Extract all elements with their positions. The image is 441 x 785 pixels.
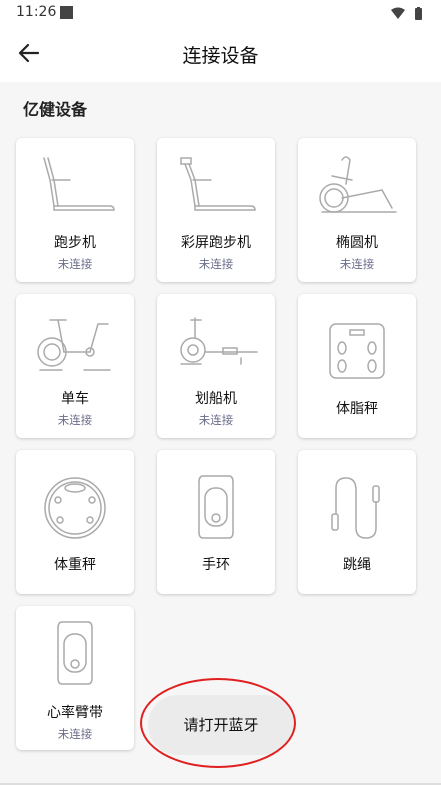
device-card-rowing-machine[interactable]: 划船机 未连接 — [157, 294, 275, 438]
device-card-body-fat-scale[interactable]: 体脂秤 — [298, 294, 416, 438]
device-name: 手环 — [202, 557, 230, 573]
body-fat-scale-icon — [329, 323, 385, 379]
status-bar: 11:26 — [0, 0, 441, 24]
page-title: 连接设备 — [182, 45, 259, 67]
device-status: 未连接 — [198, 413, 234, 427]
device-status: 未连接 — [57, 727, 93, 741]
bike-icon — [37, 319, 111, 371]
device-name: 跑步机 — [54, 235, 96, 251]
device-name: 跳绳 — [343, 557, 371, 573]
device-status: 未连接 — [57, 413, 93, 427]
device-card-elliptical[interactable]: 椭圆机 未连接 — [298, 138, 416, 282]
device-card-weight-scale[interactable]: 体重秤 — [16, 450, 134, 594]
device-card-bike[interactable]: 单车 未连接 — [16, 294, 134, 438]
status-time: 11:26 — [16, 4, 57, 20]
device-status: 未连接 — [57, 257, 93, 271]
device-name: 体重秤 — [54, 557, 96, 573]
wifi-battery-icon — [391, 7, 422, 20]
enable-bluetooth-button[interactable]: 请打开蓝牙 — [148, 695, 294, 755]
status-icons — [389, 6, 429, 25]
device-card-heart-rate-armband[interactable]: 心率臂带 未连接 — [16, 606, 134, 750]
device-card-wristband[interactable]: 手环 — [157, 450, 275, 594]
heart-rate-armband-icon — [57, 621, 93, 685]
wristband-icon — [198, 475, 234, 539]
rowing-machine-icon — [180, 317, 258, 365]
device-name: 彩屏跑步机 — [181, 235, 251, 251]
color-screen-treadmill-icon — [180, 157, 256, 211]
device-name: 体脂秤 — [336, 401, 378, 417]
device-status: 未连接 — [198, 257, 234, 271]
device-card-treadmill[interactable]: 跑步机 未连接 — [16, 138, 134, 282]
section-title: 亿健设备 — [23, 100, 88, 119]
device-name: 椭圆机 — [336, 235, 378, 251]
device-card-jump-rope[interactable]: 跳绳 — [298, 450, 416, 594]
app-bar: 连接设备 — [0, 24, 441, 82]
weight-scale-icon — [44, 477, 106, 539]
device-card-color-screen-treadmill[interactable]: 彩屏跑步机 未连接 — [157, 138, 275, 282]
jump-rope-icon — [331, 477, 380, 539]
device-name: 单车 — [61, 391, 89, 407]
device-status: 未连接 — [339, 257, 375, 271]
device-name: 心率臂带 — [47, 705, 103, 721]
treadmill-icon — [43, 157, 115, 211]
elliptical-icon — [319, 156, 397, 213]
notification-icon — [60, 6, 73, 19]
device-name: 划船机 — [195, 391, 237, 407]
